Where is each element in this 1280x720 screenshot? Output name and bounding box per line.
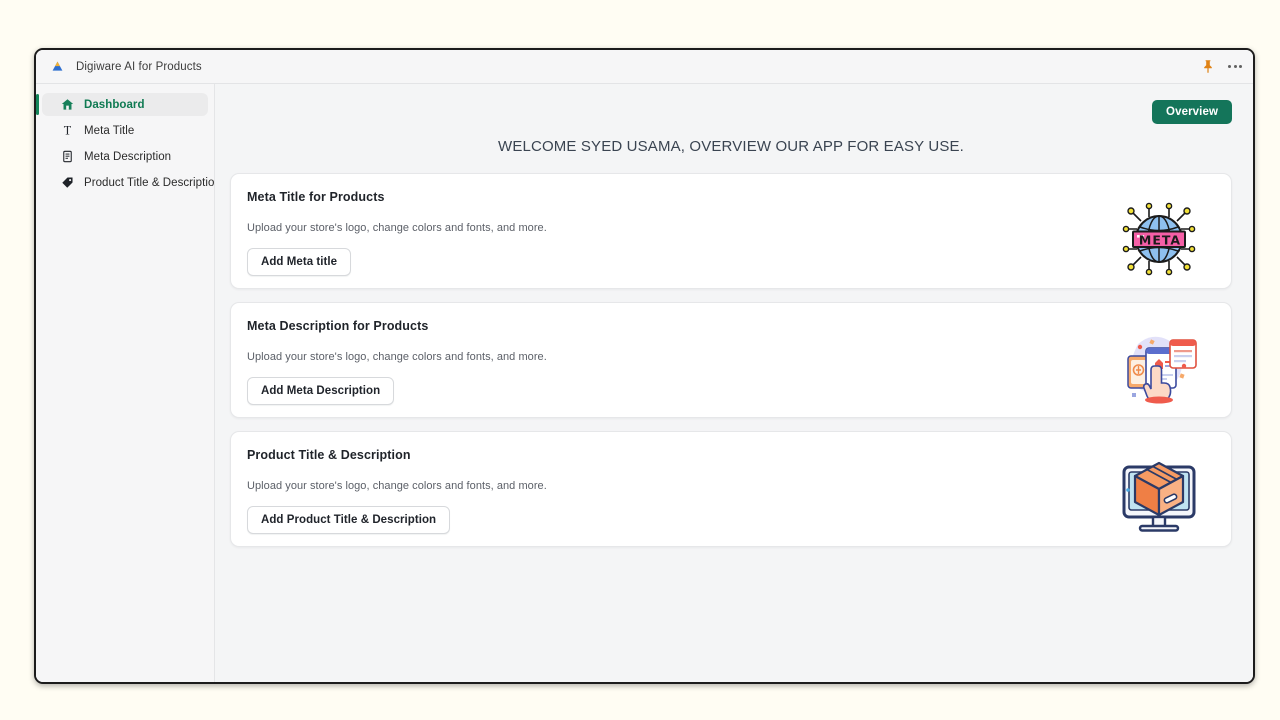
overview-row: Overview [230,84,1232,124]
overview-button[interactable]: Overview [1152,100,1232,124]
sidebar-item-meta-description[interactable]: Meta Description [42,145,208,168]
document-icon [60,149,75,164]
add-product-title-description-button[interactable]: Add Product Title & Description [247,506,450,534]
title-bar-actions [1201,59,1243,74]
card-title: Meta Title for Products [247,190,1113,204]
main-content: Overview WELCOME SYED USAMA, OVERVIEW OU… [215,84,1253,682]
card-title: Meta Description for Products [247,319,1113,333]
card-description: Upload your store's logo, change colors … [247,480,1113,492]
card-description: Upload your store's logo, change colors … [247,222,1113,234]
card-text: Meta Title for Products Upload your stor… [247,190,1113,288]
card-text: Meta Description for Products Upload you… [247,319,1113,417]
sidebar-item-product-title-description[interactable]: Product Title & Description [42,171,208,194]
meta-globe-illustration: META [1113,190,1205,288]
card-title: Product Title & Description [247,448,1113,462]
svg-text:META: META [1139,233,1181,248]
hand-tapping-screens-illustration [1113,319,1205,417]
sidebar-item-dashboard[interactable]: Dashboard [42,93,208,116]
card-product-title-description: Product Title & Description Upload your … [230,431,1232,547]
add-meta-description-button[interactable]: Add Meta Description [247,377,394,405]
home-icon [60,97,75,112]
app-window: Digiware AI for Products [34,48,1255,684]
sidebar-item-label: Meta Title [84,125,134,137]
sidebar-item-label: Meta Description [84,151,171,163]
sidebar-item-label: Product Title & Description [84,177,221,189]
window-body: Dashboard T Meta Title [36,84,1253,682]
card-meta-title: Meta Title for Products Upload your stor… [230,173,1232,289]
text-t-icon: T [60,123,75,138]
title-bar: Digiware AI for Products [36,50,1253,84]
svg-text:T: T [64,124,72,137]
sidebar-item-meta-title[interactable]: T Meta Title [42,119,208,142]
window-title: Digiware AI for Products [76,61,202,73]
card-text: Product Title & Description Upload your … [247,448,1113,546]
add-meta-title-button[interactable]: Add Meta title [247,248,351,276]
monitor-package-illustration [1113,448,1205,546]
sidebar: Dashboard T Meta Title [36,84,215,682]
page-title: WELCOME SYED USAMA, OVERVIEW OUR APP FOR… [230,138,1232,155]
tag-icon [60,175,75,190]
more-options-icon[interactable] [1227,62,1243,71]
sidebar-item-label: Dashboard [84,99,145,111]
digiware-triangle-logo-icon [50,59,65,74]
card-description: Upload your store's logo, change colors … [247,351,1113,363]
pin-icon[interactable] [1201,59,1215,74]
card-meta-description: Meta Description for Products Upload you… [230,302,1232,418]
